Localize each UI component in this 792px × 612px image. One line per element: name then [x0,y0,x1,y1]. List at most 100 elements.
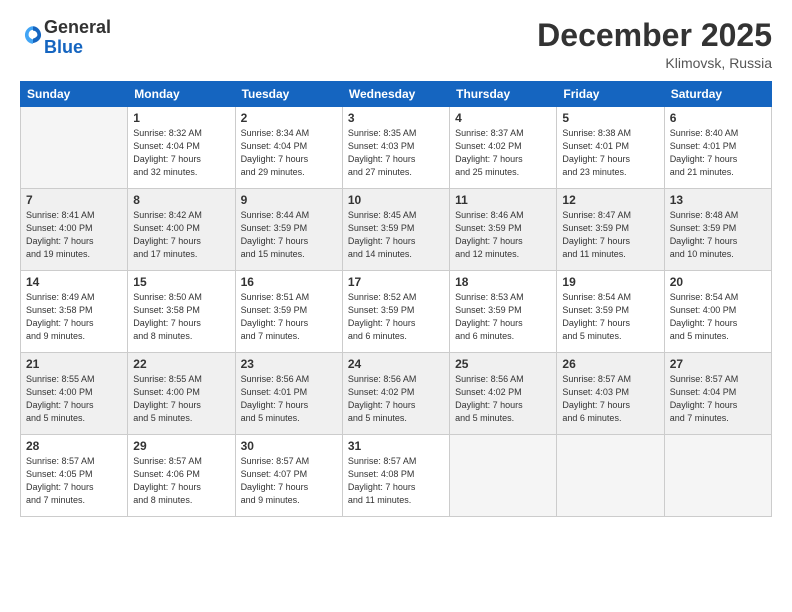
day-number: 25 [455,357,551,371]
day-info: Sunrise: 8:57 AM Sunset: 4:03 PM Dayligh… [562,373,658,425]
day-info: Sunrise: 8:55 AM Sunset: 4:00 PM Dayligh… [133,373,229,425]
day-info: Sunrise: 8:57 AM Sunset: 4:04 PM Dayligh… [670,373,766,425]
header: General Blue December 2025 Klimovsk, Rus… [20,18,772,71]
day-info: Sunrise: 8:40 AM Sunset: 4:01 PM Dayligh… [670,127,766,179]
day-number: 9 [241,193,337,207]
table-row: 4 Sunrise: 8:37 AM Sunset: 4:02 PM Daylig… [450,107,557,189]
day-number: 26 [562,357,658,371]
table-row: 13Sunrise: 8:48 AM Sunset: 3:59 PM Dayli… [664,189,771,271]
table-row [557,435,664,517]
day-number: 22 [133,357,229,371]
day-number: 8 [133,193,229,207]
day-number: 23 [241,357,337,371]
day-number: 20 [670,275,766,289]
day-number: 10 [348,193,444,207]
page: General Blue December 2025 Klimovsk, Rus… [0,0,792,612]
day-number: 18 [455,275,551,289]
table-row: 12Sunrise: 8:47 AM Sunset: 3:59 PM Dayli… [557,189,664,271]
logo-general-text: General [44,17,111,37]
day-number: 21 [26,357,122,371]
table-row [21,107,128,189]
day-info: Sunrise: 8:49 AM Sunset: 3:58 PM Dayligh… [26,291,122,343]
day-info: Sunrise: 8:53 AM Sunset: 3:59 PM Dayligh… [455,291,551,343]
table-row: 1 Sunrise: 8:32 AM Sunset: 4:04 PM Daylig… [128,107,235,189]
day-number: 3 [348,111,444,125]
table-row [664,435,771,517]
logo-icon [22,24,44,46]
col-wednesday: Wednesday [342,82,449,107]
title-block: December 2025 Klimovsk, Russia [537,18,772,71]
day-info: Sunrise: 8:48 AM Sunset: 3:59 PM Dayligh… [670,209,766,261]
day-number: 1 [133,111,229,125]
day-info: Sunrise: 8:57 AM Sunset: 4:05 PM Dayligh… [26,455,122,507]
day-number: 4 [455,111,551,125]
col-saturday: Saturday [664,82,771,107]
calendar-week-row: 1 Sunrise: 8:32 AM Sunset: 4:04 PM Daylig… [21,107,772,189]
calendar-week-row: 7Sunrise: 8:41 AM Sunset: 4:00 PM Daylig… [21,189,772,271]
table-row: 17Sunrise: 8:52 AM Sunset: 3:59 PM Dayli… [342,271,449,353]
table-row: 10 Sunrise: 8:45 AM Sunset: 3:59 PM Dayli… [342,189,449,271]
table-row: 29Sunrise: 8:57 AM Sunset: 4:06 PM Dayli… [128,435,235,517]
table-row: 19Sunrise: 8:54 AM Sunset: 3:59 PM Dayli… [557,271,664,353]
day-info: Sunrise: 8:56 AM Sunset: 4:02 PM Dayligh… [348,373,444,425]
day-info: Sunrise: 8:32 AM Sunset: 4:04 PM Dayligh… [133,127,229,179]
table-row: 30 Sunrise: 8:57 AM Sunset: 4:07 PM Dayli… [235,435,342,517]
table-row: 3Sunrise: 8:35 AM Sunset: 4:03 PM Daylig… [342,107,449,189]
table-row: 26 Sunrise: 8:57 AM Sunset: 4:03 PM Dayli… [557,353,664,435]
day-info: Sunrise: 8:46 AM Sunset: 3:59 PM Dayligh… [455,209,551,261]
day-number: 28 [26,439,122,453]
day-number: 11 [455,193,551,207]
day-info: Sunrise: 8:56 AM Sunset: 4:02 PM Dayligh… [455,373,551,425]
table-row [450,435,557,517]
day-info: Sunrise: 8:45 AM Sunset: 3:59 PM Dayligh… [348,209,444,261]
day-info: Sunrise: 8:51 AM Sunset: 3:59 PM Dayligh… [241,291,337,343]
table-row: 7Sunrise: 8:41 AM Sunset: 4:00 PM Daylig… [21,189,128,271]
month-title: December 2025 [537,18,772,53]
day-info: Sunrise: 8:34 AM Sunset: 4:04 PM Dayligh… [241,127,337,179]
logo-blue-text: Blue [44,37,83,57]
table-row: 23 Sunrise: 8:56 AM Sunset: 4:01 PM Dayli… [235,353,342,435]
col-monday: Monday [128,82,235,107]
calendar-week-row: 28 Sunrise: 8:57 AM Sunset: 4:05 PM Dayli… [21,435,772,517]
table-row: 8Sunrise: 8:42 AM Sunset: 4:00 PM Daylig… [128,189,235,271]
day-info: Sunrise: 8:54 AM Sunset: 4:00 PM Dayligh… [670,291,766,343]
table-row: 6 Sunrise: 8:40 AM Sunset: 4:01 PM Daylig… [664,107,771,189]
day-number: 15 [133,275,229,289]
table-row: 5 Sunrise: 8:38 AM Sunset: 4:01 PM Daylig… [557,107,664,189]
location: Klimovsk, Russia [537,55,772,71]
day-number: 19 [562,275,658,289]
col-friday: Friday [557,82,664,107]
day-number: 2 [241,111,337,125]
day-info: Sunrise: 8:37 AM Sunset: 4:02 PM Dayligh… [455,127,551,179]
day-info: Sunrise: 8:55 AM Sunset: 4:00 PM Dayligh… [26,373,122,425]
table-row: 2 Sunrise: 8:34 AM Sunset: 4:04 PM Daylig… [235,107,342,189]
day-info: Sunrise: 8:57 AM Sunset: 4:08 PM Dayligh… [348,455,444,507]
day-info: Sunrise: 8:38 AM Sunset: 4:01 PM Dayligh… [562,127,658,179]
table-row: 20 Sunrise: 8:54 AM Sunset: 4:00 PM Dayli… [664,271,771,353]
table-row: 21 Sunrise: 8:55 AM Sunset: 4:00 PM Dayli… [21,353,128,435]
day-info: Sunrise: 8:57 AM Sunset: 4:07 PM Dayligh… [241,455,337,507]
logo: General Blue [20,18,111,58]
table-row: 11 Sunrise: 8:46 AM Sunset: 3:59 PM Dayli… [450,189,557,271]
day-number: 30 [241,439,337,453]
table-row: 25 Sunrise: 8:56 AM Sunset: 4:02 PM Dayli… [450,353,557,435]
calendar-week-row: 21 Sunrise: 8:55 AM Sunset: 4:00 PM Dayli… [21,353,772,435]
table-row: 16Sunrise: 8:51 AM Sunset: 3:59 PM Dayli… [235,271,342,353]
day-number: 6 [670,111,766,125]
day-number: 17 [348,275,444,289]
col-tuesday: Tuesday [235,82,342,107]
day-info: Sunrise: 8:56 AM Sunset: 4:01 PM Dayligh… [241,373,337,425]
day-info: Sunrise: 8:41 AM Sunset: 4:00 PM Dayligh… [26,209,122,261]
day-info: Sunrise: 8:47 AM Sunset: 3:59 PM Dayligh… [562,209,658,261]
table-row: 15 Sunrise: 8:50 AM Sunset: 3:58 PM Dayli… [128,271,235,353]
table-row: 22 Sunrise: 8:55 AM Sunset: 4:00 PM Dayli… [128,353,235,435]
table-row: 28 Sunrise: 8:57 AM Sunset: 4:05 PM Dayli… [21,435,128,517]
day-info: Sunrise: 8:50 AM Sunset: 3:58 PM Dayligh… [133,291,229,343]
calendar-header-row: Sunday Monday Tuesday Wednesday Thursday… [21,82,772,107]
table-row: 27 Sunrise: 8:57 AM Sunset: 4:04 PM Dayli… [664,353,771,435]
day-info: Sunrise: 8:44 AM Sunset: 3:59 PM Dayligh… [241,209,337,261]
day-number: 24 [348,357,444,371]
day-number: 5 [562,111,658,125]
day-number: 27 [670,357,766,371]
day-info: Sunrise: 8:57 AM Sunset: 4:06 PM Dayligh… [133,455,229,507]
